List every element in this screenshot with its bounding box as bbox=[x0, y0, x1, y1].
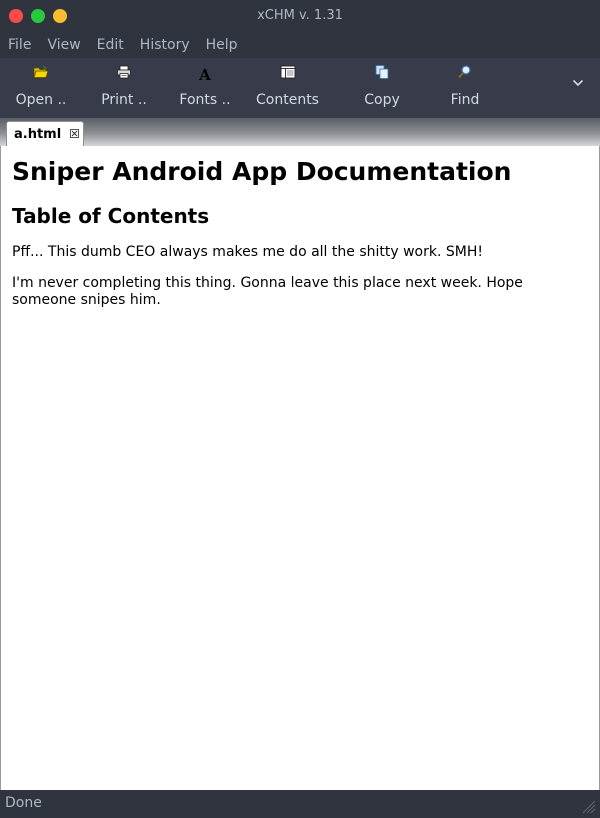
status-bar: Done bbox=[0, 790, 600, 816]
menu-bar: File View Edit History Help bbox=[0, 32, 600, 58]
print-button[interactable]: Print .. bbox=[96, 64, 152, 114]
toolbar-overflow-button[interactable] bbox=[568, 76, 588, 96]
document-paragraph: Pff... This dumb CEO always makes me do … bbox=[12, 244, 483, 260]
contents-button[interactable]: Contents bbox=[254, 64, 321, 114]
chevron-down-icon bbox=[572, 79, 584, 87]
font-icon: A bbox=[199, 66, 211, 84]
fonts-button-label: Fonts .. bbox=[179, 92, 231, 108]
fonts-button[interactable]: A Fonts .. bbox=[176, 64, 234, 114]
document-heading: Sniper Android App Documentation bbox=[12, 157, 512, 186]
contents-button-label: Contents bbox=[256, 92, 319, 108]
menu-help[interactable]: Help bbox=[198, 32, 246, 58]
copy-button[interactable]: Copy bbox=[360, 64, 404, 114]
menu-file[interactable]: File bbox=[0, 32, 39, 58]
menu-view[interactable]: View bbox=[39, 32, 88, 58]
resize-grip-icon[interactable] bbox=[578, 796, 596, 814]
tab-close-icon[interactable] bbox=[70, 129, 79, 138]
tab-strip: a.html bbox=[0, 118, 600, 146]
document-subheading: Table of Contents bbox=[12, 204, 210, 228]
tab-a-html[interactable]: a.html bbox=[6, 121, 84, 146]
find-button-label: Find bbox=[450, 92, 480, 108]
tab-label: a.html bbox=[14, 127, 62, 142]
document-view[interactable]: Sniper Android App Documentation Table o… bbox=[0, 146, 600, 790]
magnifier-icon bbox=[444, 64, 486, 86]
copy-button-label: Copy bbox=[364, 92, 400, 108]
app-window: xCHM v. 1.31 File View Edit History Help… bbox=[0, 0, 600, 816]
copy-icon bbox=[360, 64, 404, 86]
toolbar: Open .. Print .. A Fonts .. Contents Cop… bbox=[0, 58, 600, 118]
window-title: xCHM v. 1.31 bbox=[257, 8, 343, 23]
open-button[interactable]: Open .. bbox=[12, 64, 70, 114]
status-text: Done bbox=[5, 795, 42, 811]
contents-icon bbox=[254, 64, 321, 86]
open-button-label: Open .. bbox=[15, 92, 67, 108]
printer-icon bbox=[96, 64, 152, 86]
document-paragraph: I'm never completing this thing. Gonna l… bbox=[12, 275, 523, 308]
title-bar[interactable]: xCHM v. 1.31 bbox=[0, 0, 600, 32]
menu-history[interactable]: History bbox=[132, 32, 198, 58]
print-button-label: Print .. bbox=[101, 92, 147, 108]
menu-edit[interactable]: Edit bbox=[89, 32, 132, 58]
find-button[interactable]: Find bbox=[444, 64, 486, 114]
folder-open-icon bbox=[12, 64, 70, 86]
